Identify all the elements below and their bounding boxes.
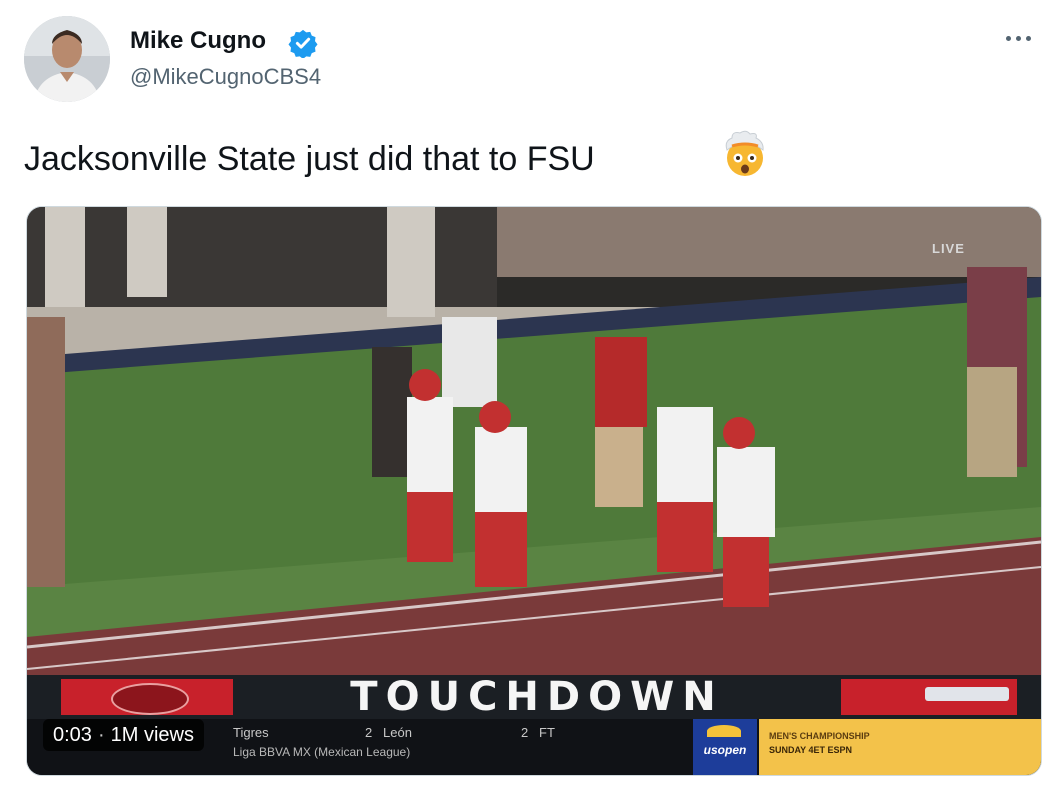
video-timecode: 0:03: [53, 723, 92, 746]
usopen-text: usopen: [703, 743, 747, 757]
exploding-head-emoji-icon: [725, 130, 764, 176]
ticker-score2: 2: [521, 725, 529, 740]
touchdown-text: TOUCHDOWN: [350, 674, 724, 720]
ticker-score1: 2: [365, 725, 373, 740]
ticker-league: Liga BBVA MX (Mexican League): [233, 745, 411, 759]
live-label: LIVE: [932, 241, 965, 256]
ticker-status: FT: [539, 725, 555, 740]
ticker-team2: León: [383, 725, 412, 740]
ticker-team1: Tigres: [233, 725, 269, 740]
sponsor-logo-icon: [925, 687, 1009, 701]
author-name[interactable]: Mike Cugno: [130, 27, 266, 55]
video-player[interactable]: LIVE TOUCHDOWN Tigres 2 León 2 FT Liga B…: [26, 206, 1042, 776]
promo-line2: SUNDAY 4ET ESPN: [769, 745, 853, 755]
separator: ·: [97, 723, 105, 746]
video-views: 1M views: [110, 723, 194, 746]
tweet-text: Jacksonville State just did that to FSU: [24, 140, 595, 178]
avatar[interactable]: [24, 16, 110, 102]
verified-badge-icon: [288, 29, 318, 58]
team-logo-icon: [111, 683, 189, 715]
promo-line1: MEN'S CHAMPIONSHIP: [769, 731, 870, 741]
author-handle[interactable]: @MikeCugnoCBS4: [130, 64, 321, 90]
avatar-photo: [24, 16, 110, 102]
usopen-swoosh-icon: [707, 725, 741, 737]
more-options-icon[interactable]: [1006, 30, 1038, 46]
video-timecode-badge: 0:03 · 1M views: [43, 719, 204, 751]
